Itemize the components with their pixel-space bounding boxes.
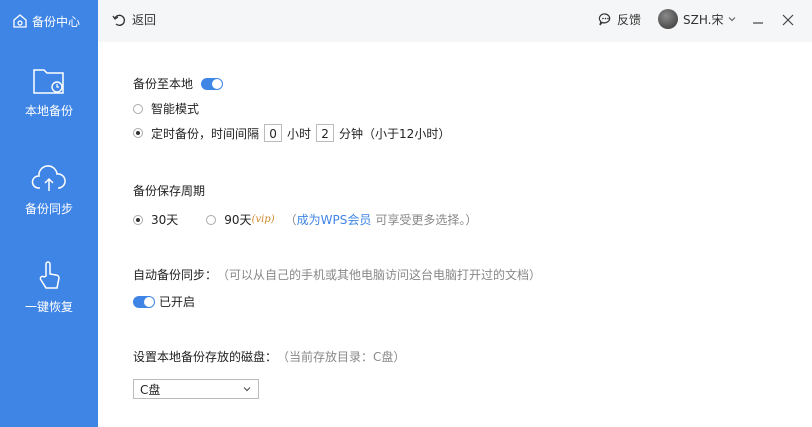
hours-unit: 小时 <box>287 126 312 141</box>
timed-backup-radio[interactable] <box>133 128 143 138</box>
timed-backup-label: 定时备份，时间间隔 <box>151 126 260 141</box>
chevron-down-icon <box>243 387 251 392</box>
retention-note-open: （ <box>284 213 297 227</box>
retention-note-rest: 可享受更多选择。） <box>375 213 478 227</box>
smart-mode-radio[interactable] <box>133 103 143 114</box>
retention-30-label: 30天 <box>151 213 179 227</box>
sync-header: 自动备份同步： （可以从自己的手机或其他电脑访问这台电脑打开过的文档） <box>133 266 541 283</box>
sidebar-item-label: 本地备份 <box>24 104 73 118</box>
sidebar: 备份中心 本地备份 备份同步 一键恢复 <box>0 0 98 427</box>
back-button[interactable]: 返回 <box>112 11 156 28</box>
chat-bubble-icon <box>598 13 611 26</box>
brand-label: 备份中心 <box>32 14 81 29</box>
feedback-button[interactable]: 反馈 <box>598 11 641 28</box>
chevron-down-icon <box>729 17 736 22</box>
retention-90-radio[interactable] <box>206 214 217 225</box>
sidebar-item-label: 备份同步 <box>24 202 73 216</box>
disk-select-value: C盘 <box>140 382 161 397</box>
topbar: 返回 反馈 SZH.宋 <box>98 0 812 42</box>
sync-title: 自动备份同步： <box>133 268 218 282</box>
settings-panel: 备份至本地 智能模式 定时备份，时间间隔 0 小时 2 分钟 （小于12小时） … <box>98 42 812 427</box>
retention-options: 30天 90天 (vip) （ 成为WPS会员 可享受更多选择。） <box>133 211 477 228</box>
sidebar-item-backup-sync[interactable]: 备份同步 <box>0 164 98 217</box>
home-icon <box>13 14 27 28</box>
disk-select-row: C盘 <box>133 379 259 399</box>
undo-icon <box>112 14 125 26</box>
avatar <box>658 9 678 29</box>
timed-note: （小于12小时） <box>363 126 451 141</box>
disk-note: （当前存放目录：C盘） <box>277 350 406 364</box>
user-menu[interactable]: SZH.宋 <box>658 9 737 29</box>
local-backup-toggle[interactable] <box>201 77 224 90</box>
sidebar-item-local-backup[interactable]: 本地备份 <box>0 66 98 119</box>
folder-clock-icon <box>33 69 64 94</box>
minimize-icon[interactable] <box>750 12 766 28</box>
retention-30-radio[interactable] <box>133 214 143 225</box>
back-label: 返回 <box>132 13 157 27</box>
minutes-unit: 分钟 <box>339 126 364 141</box>
hours-input[interactable]: 0 <box>264 124 283 142</box>
minutes-input[interactable]: 2 <box>316 124 335 142</box>
brand: 备份中心 <box>12 10 80 32</box>
feedback-label: 反馈 <box>617 13 642 27</box>
hand-pointer-icon <box>39 261 60 289</box>
disk-title: 设置本地备份存放的磁盘： <box>133 350 278 364</box>
local-backup-title: 备份至本地 <box>133 77 194 91</box>
vip-tag: (vip) <box>251 214 275 225</box>
disk-select[interactable]: C盘 <box>133 379 259 399</box>
sidebar-item-label: 一键恢复 <box>24 300 73 314</box>
local-backup-header: 备份至本地 <box>133 75 224 92</box>
close-icon[interactable] <box>780 12 796 28</box>
sync-toggle-label: 已开启 <box>159 295 196 309</box>
sidebar-item-one-click-restore[interactable]: 一键恢复 <box>0 260 98 315</box>
option-smart-mode[interactable]: 智能模式 <box>133 100 199 117</box>
option-timed-backup: 定时备份，时间间隔 0 小时 2 分钟 （小于12小时） <box>133 124 450 142</box>
disk-header: 设置本地备份存放的磁盘： （当前存放目录：C盘） <box>133 348 405 365</box>
retention-90-label: 90天 <box>224 213 252 227</box>
sync-note: （可以从自己的手机或其他电脑访问这台电脑打开过的文档） <box>217 268 542 282</box>
sync-toggle[interactable] <box>133 295 155 308</box>
retention-title: 备份保存周期 <box>133 184 206 198</box>
sync-toggle-row: 已开启 <box>133 293 195 310</box>
wps-member-link[interactable]: 成为WPS会员 <box>297 211 372 228</box>
user-name: SZH.宋 <box>683 12 724 27</box>
cloud-upload-icon <box>31 165 66 191</box>
smart-mode-label: 智能模式 <box>151 102 200 116</box>
